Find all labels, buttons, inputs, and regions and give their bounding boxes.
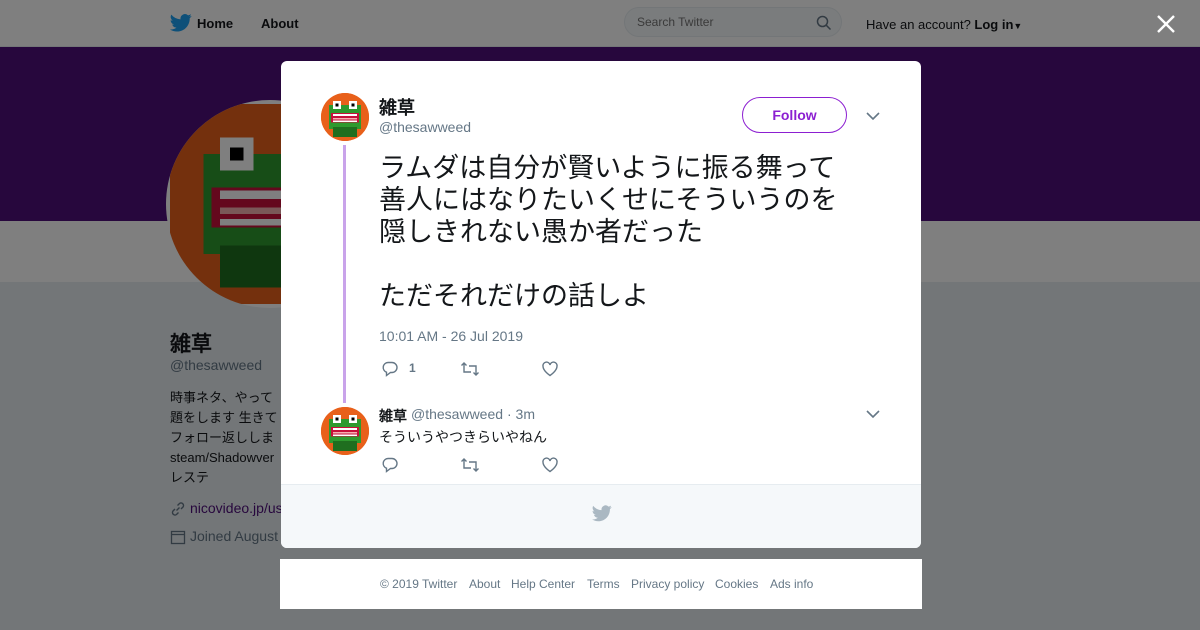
site-footer: © 2019 Twitter About Help Center Terms P…	[280, 559, 922, 609]
tweet-text: ラムダは自分が賢いように振る舞って 善人にはなりたいくせにそういうのを 隠しきれ…	[379, 153, 838, 312]
reply-icon	[382, 361, 398, 377]
like-icon	[542, 457, 558, 473]
reply-action[interactable]: 1	[381, 360, 421, 378]
like-icon	[542, 361, 558, 377]
footer-about-link[interactable]: About	[469, 577, 500, 591]
retweet-icon	[461, 362, 479, 376]
modal-footer	[281, 484, 921, 548]
retweet-action[interactable]	[460, 360, 480, 378]
reply-author-handle[interactable]: @thesawweed	[411, 406, 503, 422]
like-action[interactable]	[541, 456, 561, 474]
retweet-icon	[461, 458, 479, 472]
tweet-author-avatar[interactable]	[321, 93, 369, 141]
like-action[interactable]	[541, 360, 561, 378]
chevron-down-icon[interactable]	[865, 108, 881, 124]
footer-privacy-link[interactable]: Privacy policy	[631, 577, 704, 591]
footer-ads-link[interactable]: Ads info	[770, 577, 813, 591]
footer-cookies-link[interactable]: Cookies	[715, 577, 758, 591]
reply-time[interactable]: · 3m	[507, 406, 535, 422]
follow-button[interactable]: Follow	[742, 97, 847, 133]
reply-icon	[382, 457, 398, 473]
twitter-bird-icon	[592, 505, 612, 522]
retweet-action[interactable]	[460, 456, 480, 474]
footer-copyright: © 2019 Twitter	[380, 577, 458, 591]
tweet-author-name[interactable]: 雑草	[379, 94, 415, 120]
frog-avatar-image	[321, 407, 369, 455]
reply-action[interactable]	[381, 456, 401, 474]
footer-help-link[interactable]: Help Center	[511, 577, 575, 591]
frog-avatar-image	[321, 93, 369, 141]
tweet-permalink-modal: 雑草 @thesawweed Follow ラムダは自分が賢いように振る舞って …	[281, 61, 921, 548]
reply-text: そういうやつきらいやねん	[379, 430, 547, 446]
thread-connector-line	[343, 145, 346, 403]
reply-count: 1	[409, 361, 416, 375]
footer-terms-link[interactable]: Terms	[587, 577, 620, 591]
reply-author-name[interactable]: 雑草	[379, 406, 407, 426]
chevron-down-icon[interactable]	[865, 406, 881, 422]
tweet-author-handle[interactable]: @thesawweed	[379, 119, 471, 135]
close-icon[interactable]	[1154, 12, 1178, 36]
tweet-timestamp[interactable]: 10:01 AM - 26 Jul 2019	[379, 328, 523, 344]
reply-author-avatar[interactable]	[321, 407, 369, 455]
